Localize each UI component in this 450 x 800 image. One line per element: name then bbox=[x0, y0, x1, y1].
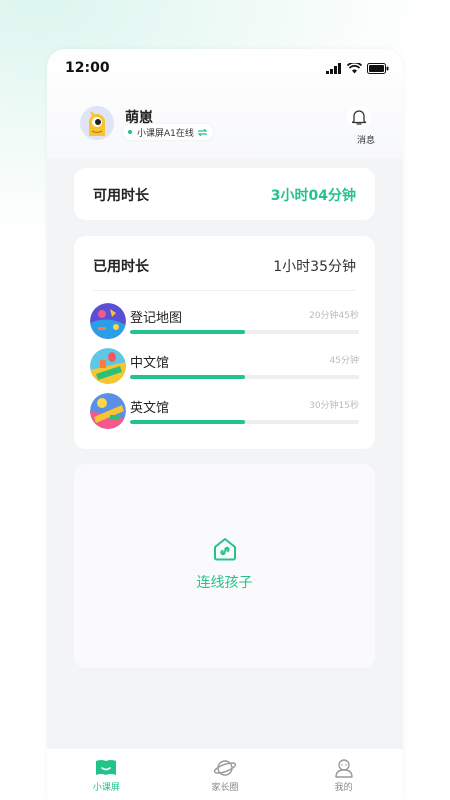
bell-icon bbox=[351, 109, 367, 125]
map-app-icon bbox=[90, 303, 126, 339]
app-duration: 20分钟45秒 bbox=[309, 311, 359, 321]
book-icon bbox=[96, 760, 117, 775]
app-name: 登记地图 bbox=[130, 311, 183, 326]
usage-progress-track bbox=[130, 330, 359, 334]
app-usage-row[interactable]: 英文馆 30分钟15秒 bbox=[90, 390, 359, 432]
app-name: 英文馆 bbox=[130, 401, 170, 416]
app-usage-row[interactable]: 登记地图 20分钟45秒 bbox=[90, 300, 359, 342]
chinese-app-icon bbox=[90, 348, 126, 384]
avatar[interactable] bbox=[80, 106, 114, 140]
usage-progress-track bbox=[130, 420, 359, 424]
tab-parent-circle[interactable]: 家长圈 bbox=[185, 758, 265, 793]
house-link-icon bbox=[213, 538, 236, 561]
tab-mine[interactable]: 我的 bbox=[304, 758, 384, 793]
app-usage-row[interactable]: 中文馆 45分钟 bbox=[90, 345, 359, 387]
tab-small-screen[interactable]: 小课屏 bbox=[66, 758, 146, 793]
used-time-value: 1小时35分钟 bbox=[273, 259, 356, 275]
status-bar: 12:00 bbox=[65, 59, 389, 77]
used-time-card: 已用时长 1小时35分钟 登记地图 20分钟45秒 中文馆 45分钟 英文馆 3… bbox=[74, 236, 375, 449]
usage-progress-track bbox=[130, 375, 359, 379]
status-icons bbox=[326, 62, 389, 74]
signal-icon bbox=[326, 62, 341, 74]
usage-progress-fill bbox=[130, 420, 245, 424]
user-header: 萌崽 小课屏A1在线 消息 bbox=[80, 105, 381, 146]
profile-icon bbox=[334, 759, 353, 778]
planet-icon bbox=[213, 760, 237, 776]
battery-icon bbox=[367, 62, 389, 74]
tab-label: 小课屏 bbox=[92, 783, 120, 793]
phone-frame: 12:00 萌崽 小课屏A1在线 消息 可用时长 3小时04分钟 已用时长 1小… bbox=[47, 49, 403, 800]
app-duration: 30分钟15秒 bbox=[309, 401, 359, 411]
connect-child-card[interactable]: 连线孩子 bbox=[74, 464, 375, 668]
usage-progress-fill bbox=[130, 375, 245, 379]
used-time-label: 已用时长 bbox=[93, 259, 149, 275]
connect-child-label: 连线孩子 bbox=[196, 575, 253, 591]
app-name: 中文馆 bbox=[130, 356, 170, 371]
tab-label: 我的 bbox=[334, 783, 353, 793]
app-duration: 45分钟 bbox=[329, 356, 359, 366]
divider bbox=[93, 290, 356, 291]
usage-progress-fill bbox=[130, 330, 245, 334]
notification-button[interactable] bbox=[347, 105, 371, 129]
wifi-icon bbox=[347, 62, 362, 73]
english-app-icon bbox=[90, 393, 126, 429]
device-status-badge[interactable]: 小课屏A1在线 bbox=[123, 124, 213, 140]
available-time-card: 可用时长 3小时04分钟 bbox=[74, 168, 375, 220]
available-time-label: 可用时长 bbox=[93, 188, 149, 204]
connect-child-button[interactable]: 连线孩子 bbox=[74, 536, 375, 592]
device-status-label: 小课屏A1在线 bbox=[137, 128, 194, 139]
online-dot bbox=[128, 130, 132, 134]
available-time-value: 3小时04分钟 bbox=[270, 188, 356, 204]
status-time: 12:00 bbox=[65, 60, 110, 76]
notification-label: 消息 bbox=[356, 136, 375, 146]
bottom-tab-bar: 小课屏 家长圈 我的 bbox=[47, 749, 403, 800]
tab-label: 家长圈 bbox=[211, 783, 239, 793]
monster-avatar-icon bbox=[80, 106, 114, 140]
switch-icon bbox=[197, 128, 207, 136]
